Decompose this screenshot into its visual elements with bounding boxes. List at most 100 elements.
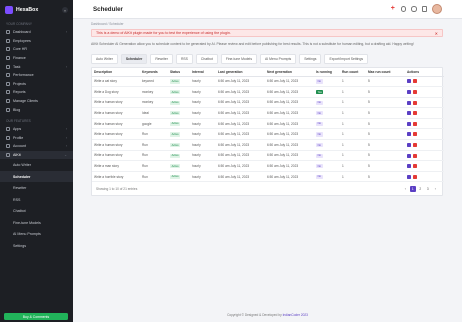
page-button-2[interactable]: 2 (418, 186, 424, 192)
cell-last-generation: 6:50 am July 11, 2023 (216, 139, 265, 151)
tab-settings[interactable]: Settings (299, 54, 322, 64)
sidebar-item-account[interactable]: Account › (0, 142, 73, 151)
delete-icon[interactable] (413, 121, 417, 126)
tab-ai-menu-prompts[interactable]: AI Menu Prompts (260, 54, 297, 64)
fullscreen-icon[interactable] (421, 6, 427, 12)
cell-description: Write a cat story (92, 76, 140, 88)
edit-icon[interactable] (407, 153, 411, 158)
sidebar: HexaBox « YOUR COMPANY Dashboard › Employe… (0, 0, 73, 322)
delete-icon[interactable] (413, 79, 417, 84)
cell-next-generation: 6:50 am July 11, 2023 (265, 118, 314, 130)
sidebar-item-label: Employees (13, 38, 31, 43)
tab-scheduler[interactable]: Scheduler (120, 54, 148, 64)
sidebar-item-task[interactable]: Task › (0, 62, 73, 71)
cell-next-generation: 6:50 am July 11, 2023 (265, 76, 314, 88)
sidebar-subitem-scheduler[interactable]: Scheduler (0, 170, 73, 183)
sidebar-subitem-ai-menu-prompts[interactable]: AI Menu Prompts (0, 228, 73, 240)
avatar[interactable] (432, 4, 442, 14)
sidebar-item-performance[interactable]: Performance (0, 71, 73, 80)
sidebar-subitem-settings[interactable]: Settings (0, 240, 73, 252)
cell-actions (405, 128, 444, 141)
chevron-icon: › (65, 127, 67, 132)
delete-icon[interactable] (413, 153, 417, 158)
sidebar-item-dashboard[interactable]: Dashboard › (0, 28, 73, 37)
sidebar-item-core-hr[interactable]: Core HR (0, 45, 73, 54)
cell-keywords: Run (140, 139, 168, 151)
sidebar-item-aikit[interactable]: AIKit ⌄ (0, 150, 73, 160)
cell-last-generation: 6:50 am July 11, 2023 (216, 76, 265, 88)
edit-icon[interactable] (407, 174, 411, 179)
buy-button[interactable]: Buy & Comments (4, 313, 68, 320)
account-icon (6, 144, 10, 149)
page-button-1[interactable]: 1 (410, 186, 416, 192)
sidebar-item-apps[interactable]: Apps › (0, 125, 73, 134)
tab-rss[interactable]: RSS (175, 54, 193, 64)
cell-run-count: 1 (340, 171, 366, 183)
edit-icon[interactable] (407, 121, 411, 126)
cell-is-running: No (314, 150, 340, 162)
sidebar-item-reports[interactable]: Reports (0, 88, 73, 97)
developer-link[interactable]: IndianCoder 2023 (283, 313, 308, 317)
delete-icon[interactable] (413, 100, 417, 105)
close-icon[interactable]: ✕ (435, 31, 438, 36)
chart-icon (6, 73, 10, 78)
edit-icon[interactable] (407, 164, 411, 169)
delete-icon[interactable] (413, 164, 417, 169)
cell-max-run-count: 5 (366, 150, 405, 162)
cell-keywords: Run (140, 171, 168, 183)
sidebar-subitem-auto-writer[interactable]: Auto Writer (0, 159, 73, 171)
tab-chatbot[interactable]: Chatbot (195, 54, 218, 64)
collapse-sidebar-icon[interactable]: « (62, 7, 68, 13)
tab-rewriter[interactable]: Rewriter (150, 54, 173, 64)
sidebar-item-label: Blog (13, 107, 21, 112)
sidebar-item-blog[interactable]: Blog (0, 105, 73, 114)
tab-export-import-settings[interactable]: Export/Import Settings (324, 54, 369, 64)
edit-icon[interactable] (407, 79, 411, 84)
sidebar-item-label: Dashboard (13, 30, 31, 35)
column-header-max-run-count: Max run count (366, 68, 405, 77)
sidebar-subitem-rewriter[interactable]: Rewriter (0, 182, 73, 194)
table-footer: Showing 1 to 10 of 21 entries ‹ 1 2 3 › (92, 182, 442, 195)
sidebar-item-manage-clients[interactable]: Manage Clients (0, 97, 73, 106)
column-header-run-count: Run count (340, 68, 366, 77)
edit-icon[interactable] (407, 89, 411, 94)
cell-next-generation: 6:50 am July 11, 2023 (265, 160, 314, 172)
briefcase-icon (6, 47, 10, 52)
cell-description: Write a man story (92, 160, 140, 172)
sidebar-item-employees[interactable]: Employees (0, 37, 73, 46)
cell-actions (405, 97, 444, 109)
edit-icon[interactable] (407, 142, 411, 147)
page-button-prev[interactable]: ‹ (403, 186, 409, 192)
delete-icon[interactable] (413, 111, 417, 116)
globe-icon[interactable] (400, 6, 406, 12)
running-badge: No (316, 164, 323, 169)
status-badge: Active (170, 132, 181, 137)
sidebar-item-profile[interactable]: Profile › (0, 134, 73, 143)
delete-icon[interactable] (413, 174, 417, 179)
aikit-icon (6, 153, 10, 158)
status-badge: Active (170, 111, 181, 116)
sidebar-subitem-fine-tune-models[interactable]: Fine-tune Models (0, 217, 73, 229)
delete-icon[interactable] (413, 132, 417, 137)
status-badge: Active (170, 153, 181, 158)
edit-icon[interactable] (407, 111, 411, 116)
delete-icon[interactable] (413, 89, 417, 94)
sidebar-item-projects[interactable]: Projects (0, 80, 73, 89)
page-button-next[interactable]: › (433, 186, 439, 192)
tab-auto-writer[interactable]: Auto Writer (91, 54, 118, 64)
cell-run-count: 1 (340, 118, 366, 130)
edit-icon[interactable] (407, 132, 411, 137)
delete-icon[interactable] (413, 142, 417, 147)
page-button-3[interactable]: 3 (425, 186, 431, 192)
edit-icon[interactable] (407, 100, 411, 105)
settings-icon[interactable] (411, 6, 417, 12)
tab-fine-tune-models[interactable]: Fine-tune Models (220, 54, 258, 64)
brand-name: HexaBox (16, 7, 39, 13)
sidebar-subitem-chatbot[interactable]: Chatbot (0, 205, 73, 217)
add-icon[interactable]: + (390, 6, 396, 12)
sidebar-item-finance[interactable]: Finance (0, 54, 73, 63)
cell-run-count: 1 (340, 86, 366, 98)
sidebar-subitem-rss[interactable]: RSS (0, 194, 73, 206)
cell-actions (405, 150, 444, 162)
section-label-company: YOUR COMPANY (6, 22, 32, 26)
